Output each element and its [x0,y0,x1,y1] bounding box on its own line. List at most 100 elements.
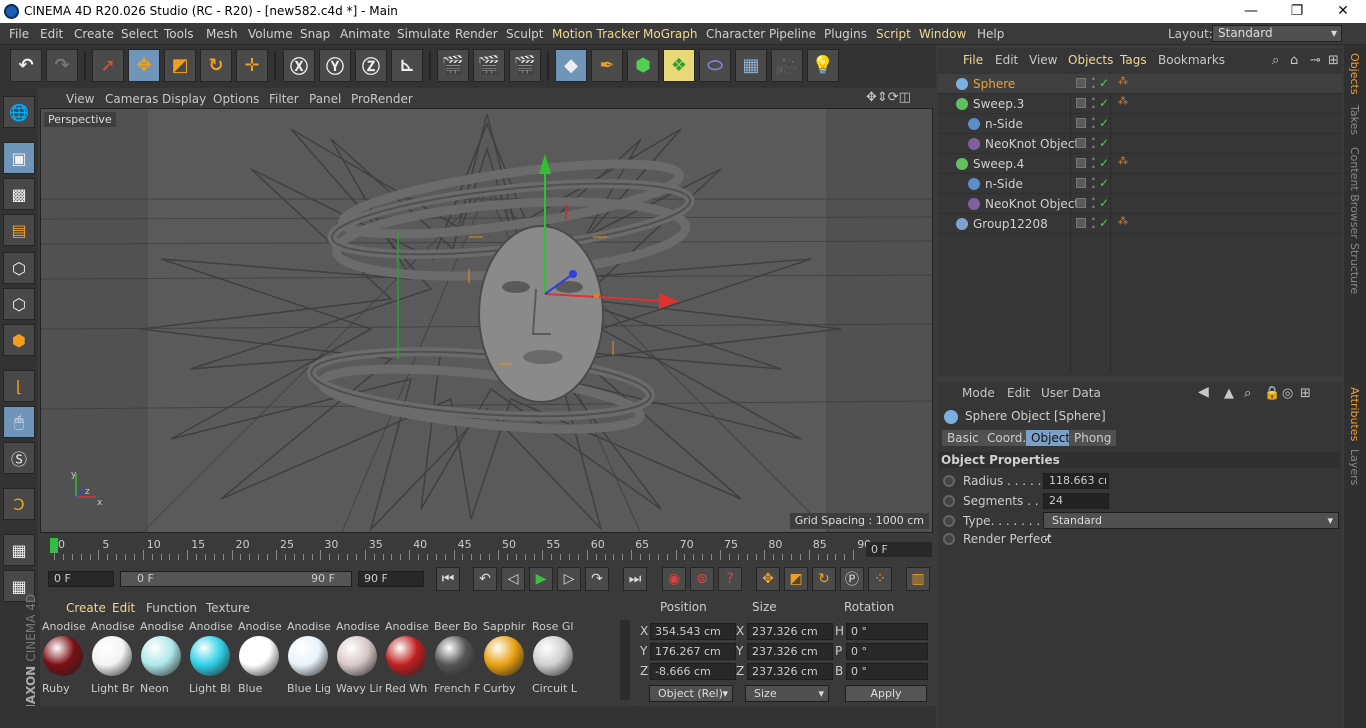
floor-button[interactable]: ▦ [735,49,767,82]
visibility-dots-icon[interactable]: • • [1091,116,1096,132]
lock-workplane-button[interactable]: ▦ [3,534,35,566]
maximize-button[interactable]: ❐ [1274,0,1320,23]
objects-menu-tags[interactable]: Tags [1120,53,1147,67]
cube-button[interactable]: ◆ [555,49,587,82]
viewport-menu-filter[interactable]: Filter [269,92,299,106]
lock-icon[interactable]: 🔒 [1264,386,1280,401]
side-tab-layers[interactable]: Layers [1348,449,1361,485]
menu-animate[interactable]: Animate [340,27,390,41]
filter-icon[interactable]: ⊸ [1310,53,1321,68]
animate-dot-icon[interactable] [943,475,955,487]
side-tab-content-browser[interactable]: Content Browser [1348,147,1361,239]
enabled-check-icon[interactable]: ✓ [1099,96,1109,110]
material-swatch[interactable]: Sapphir Curby [481,620,528,698]
recent-tool-button[interactable]: ✛ [236,49,268,82]
object-row[interactable]: Sphere • • ✓ ⁂ [938,74,1342,94]
snap-button[interactable]: Ⓢ [3,442,35,474]
size-input[interactable]: 237.326 cm [747,623,833,640]
visibility-dots-icon[interactable]: • • [1091,196,1096,212]
viewport-nav-icons[interactable]: ✥⇕⟳◫ [866,90,911,105]
objects-menu-objects[interactable]: Objects [1068,53,1113,67]
material-swatch[interactable]: Anodise Light Br [89,620,136,698]
live-selection-button[interactable]: ➚ [92,49,124,82]
material-swatch[interactable]: Anodise Wavy Lin [334,620,382,698]
minimize-button[interactable]: — [1228,0,1274,23]
move-tool-button[interactable]: ✥ [128,49,160,82]
material-swatch[interactable]: Beer Bo French F [432,620,480,698]
layer-icon[interactable] [1076,78,1086,88]
deformer-button[interactable]: ⬭ [699,49,731,82]
tweak-mode-button[interactable]: 🖱 [3,406,35,438]
tag-icon[interactable]: ⁂ [1118,216,1128,227]
layer-icon[interactable] [1076,198,1086,208]
polygons-mode-button[interactable]: ⬢ [3,324,35,356]
object-row[interactable]: n-Side • • ✓ [938,174,1342,194]
start-frame-field[interactable]: 0 F [48,571,114,587]
tab-basic[interactable]: Basic [942,430,984,446]
enabled-check-icon[interactable]: ✓ [1099,76,1109,90]
scale-tool-button[interactable]: ◩ [164,49,196,82]
home-icon[interactable]: ⌂ [1290,53,1298,68]
objects-menu-bookmarks[interactable]: Bookmarks [1158,53,1225,67]
viewport-menu-prorender[interactable]: ProRender [351,92,413,106]
side-tab-takes[interactable]: Takes [1348,105,1361,135]
go-to-start-button[interactable]: ⏮ [436,567,460,591]
next-key-button[interactable]: ↷ [585,567,609,591]
tab-coord[interactable]: Coord. [982,430,1032,446]
tab-object[interactable]: Object [1026,430,1076,446]
key-rotation-button[interactable]: ↻ [812,567,836,591]
side-tab-attributes[interactable]: Attributes [1348,387,1361,441]
material-menu-texture[interactable]: Texture [206,601,250,615]
segments-input[interactable]: 24 [1043,493,1109,509]
tab-phong[interactable]: Phong [1069,430,1117,446]
viewport-menu-panel[interactable]: Panel [309,92,341,106]
menu-mesh[interactable]: Mesh [206,27,238,41]
material-swatch[interactable]: Anodise Blue Lig [285,620,332,698]
axis-mode-button[interactable]: ⌊ [3,370,35,402]
workplane-mode-button[interactable]: ▤ [3,214,35,246]
arrow-left-icon[interactable]: ◀ [1198,384,1209,400]
position-input[interactable]: 354.543 cm [650,623,736,640]
attr-menu-user-data[interactable]: User Data [1041,386,1101,400]
layer-icon[interactable] [1076,178,1086,188]
key-parameter-button[interactable]: Ⓟ [840,567,864,591]
edges-mode-button[interactable]: ⬡ [3,288,35,320]
render-picture-viewer-button[interactable]: 🎬 [473,49,505,82]
key-position-button[interactable]: ✥ [756,567,780,591]
menu-simulate[interactable]: Simulate [397,27,450,41]
pen-button[interactable]: ✒ [591,49,623,82]
material-menu-edit[interactable]: Edit [112,601,135,615]
tag-icon[interactable]: ⁂ [1118,156,1128,167]
size-input[interactable]: 237.326 cm [747,643,833,660]
new-window-icon[interactable]: ⊞ [1328,53,1339,68]
x-axis-button[interactable]: Ⓧ [283,49,315,82]
end-frame-field[interactable]: 90 F [358,571,424,587]
camera-button[interactable]: 🎥 [771,49,803,82]
layer-icon[interactable] [1076,98,1086,108]
menu-pipeline[interactable]: Pipeline [769,27,816,41]
objects-menu-view[interactable]: View [1029,53,1057,67]
layer-icon[interactable] [1076,218,1086,228]
search-icon[interactable]: ⌕ [1244,386,1251,401]
attr-menu-edit[interactable]: Edit [1007,386,1030,400]
previous-key-button[interactable]: ↶ [473,567,497,591]
autokey-button[interactable]: ⊚ [690,567,714,591]
render-perfect-checkbox[interactable]: ✓ [1043,531,1053,545]
viewport-menu-cameras[interactable]: Cameras [105,92,158,106]
size-mode-dropdown[interactable]: Size ▾ [745,685,829,702]
material-swatch[interactable]: Anodise Red Wh [383,620,430,698]
position-input[interactable]: 176.267 cm [650,643,736,660]
object-row[interactable]: NeoKnot Object • • ✓ [938,134,1342,154]
redo-button[interactable]: ↷ [46,49,78,82]
rotate-tool-button[interactable]: ↻ [200,49,232,82]
menu-script[interactable]: Script [876,27,911,41]
visibility-dots-icon[interactable]: • • [1091,96,1096,112]
rotation-input[interactable]: 0 ° [846,643,928,660]
menu-render[interactable]: Render [455,27,498,41]
key-scale-button[interactable]: ◩ [784,567,808,591]
object-row[interactable]: NeoKnot Object • • ✓ [938,194,1342,214]
subdivision-button[interactable]: ⬢ [627,49,659,82]
model-mode-button[interactable]: ▣ [3,142,35,174]
radius-input[interactable]: 118.663 cı [1043,473,1109,489]
enabled-check-icon[interactable]: ✓ [1099,176,1109,190]
